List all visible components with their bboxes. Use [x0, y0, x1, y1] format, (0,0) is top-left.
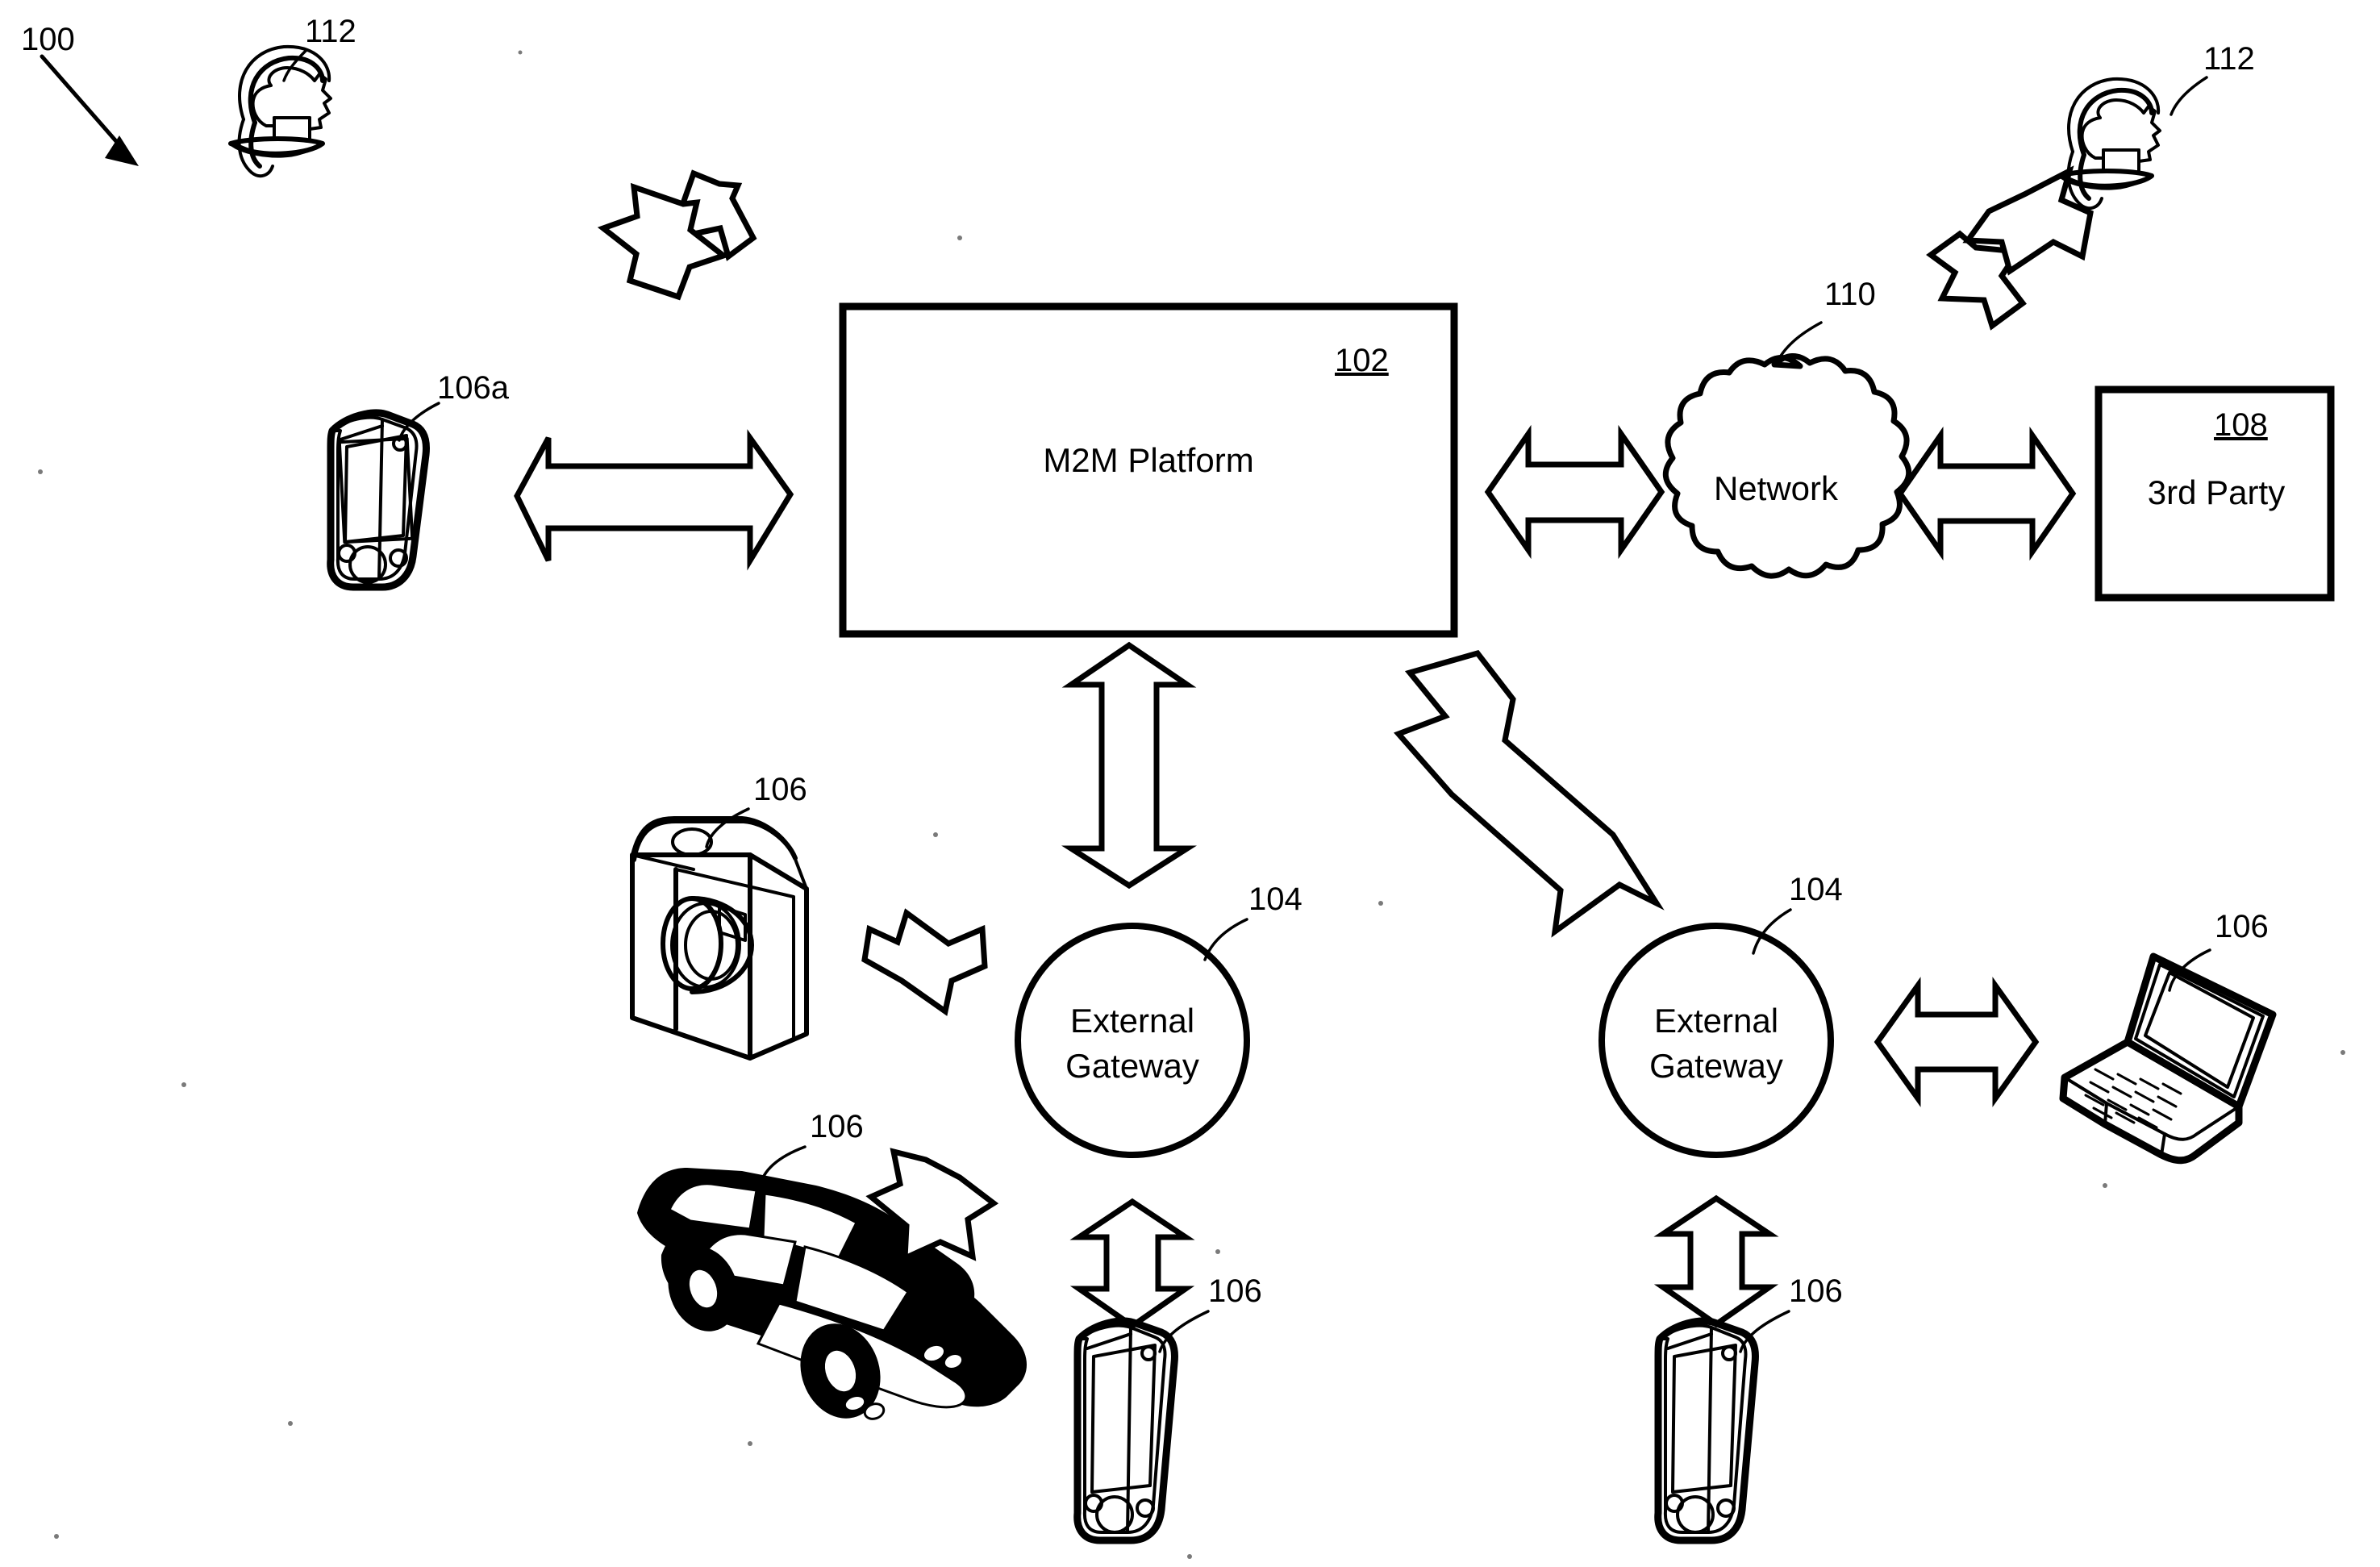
external-gateway-left-label-line1: External	[1070, 1002, 1194, 1040]
laptop-icon: 106	[2059, 909, 2277, 1165]
ref-label-102: 102	[1335, 343, 1389, 378]
third-party-node[interactable]: 108 3rd Party	[2094, 385, 2335, 602]
ref-label-106-laptop: 106	[2215, 909, 2269, 944]
ref-label-112-right: 112	[2203, 41, 2255, 77]
ref-label-112-left: 112	[305, 14, 356, 49]
ref-label-110: 110	[1824, 277, 1876, 312]
user-icon-top-right: 112	[2057, 41, 2255, 210]
pda-icon-bottom-right: 106	[1654, 1273, 1843, 1544]
ref-label-106-phone-right: 106	[1789, 1273, 1843, 1309]
ref-label-108: 108	[2214, 407, 2268, 443]
pda-icon-106a: 106a	[327, 370, 510, 591]
arrow-camera-to-gateway	[861, 908, 988, 1016]
external-gateway-right-node[interactable]: 104 External Gateway	[1598, 872, 1843, 1158]
ref-label-106-camera: 106	[753, 772, 807, 807]
external-gateway-right-label-line2: Gateway	[1649, 1047, 1783, 1085]
arrow-platform-to-gateway-right	[1394, 649, 1665, 938]
figure-canvas: 100 112 106a 102 M2M Platform 110 Networ…	[21, 14, 2345, 1559]
pda-icon-center-bottom: 106	[1073, 1273, 1262, 1544]
third-party-label: 3rd Party	[2148, 473, 2285, 511]
external-gateway-right-label-line1: External	[1654, 1002, 1778, 1040]
figure-number: 100	[21, 22, 75, 57]
camera-icon: 106	[630, 772, 809, 1061]
figure-number-group: 100	[21, 22, 139, 166]
arrow-network-to-thirdparty	[1896, 426, 2077, 561]
external-gateway-left-node[interactable]: 104 External Gateway	[1015, 881, 1303, 1158]
ref-label-106-car: 106	[810, 1109, 864, 1144]
arrow-gateway-right-to-phone	[1653, 1194, 1779, 1328]
user-icon-top-left: 112	[228, 14, 356, 178]
ref-label-104-right: 104	[1789, 872, 1843, 907]
ref-label-106a: 106a	[437, 370, 510, 406]
arrow-gateway-right-to-laptop	[1874, 977, 2040, 1107]
arrow-gateway-left-to-phone	[1069, 1198, 1195, 1330]
network-node[interactable]: 110 Network	[1662, 277, 1912, 579]
arrow-user-left-to-platform	[597, 169, 757, 301]
m2m-platform-node[interactable]: 102 M2M Platform	[839, 302, 1458, 638]
arrow-platform-to-network	[1484, 424, 1665, 560]
car-icon: 106	[637, 1109, 1027, 1420]
patent-figure: 100 112 106a 102 M2M Platform 110 Networ…	[0, 0, 2380, 1567]
m2m-platform-label: M2M Platform	[1043, 441, 1253, 479]
ref-label-104-left: 104	[1248, 881, 1303, 917]
arrow-pda-to-platform	[514, 429, 794, 571]
ref-label-106-phone-center: 106	[1208, 1273, 1262, 1309]
network-cloud[interactable]	[1662, 353, 1912, 579]
arrow-network-to-user-right	[1926, 165, 2094, 331]
external-gateway-left-circle[interactable]	[1015, 923, 1250, 1158]
network-label: Network	[1714, 469, 1839, 507]
arrow-platform-to-gateway-left	[1061, 641, 1197, 890]
external-gateway-right-circle[interactable]	[1598, 923, 1834, 1158]
external-gateway-left-label-line2: Gateway	[1065, 1047, 1199, 1085]
